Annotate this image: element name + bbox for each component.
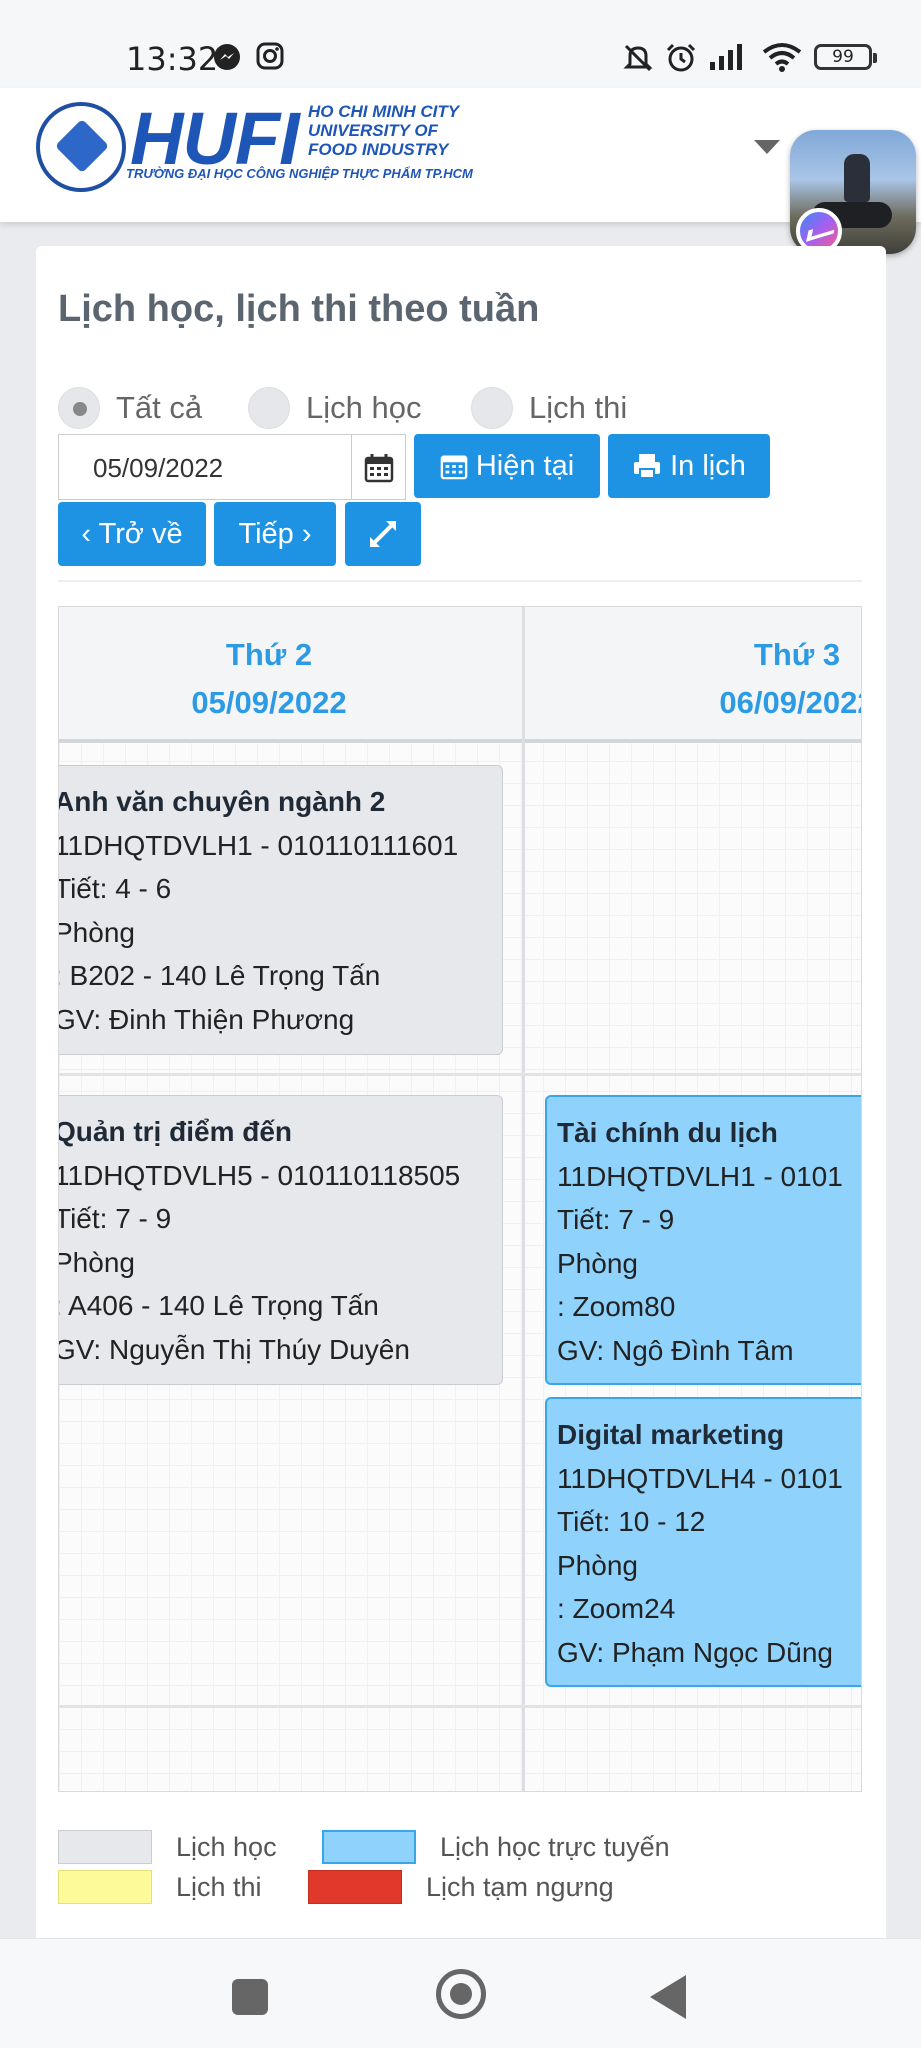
radio-study-button[interactable] — [248, 387, 290, 429]
event-title: Digital marketing — [557, 1419, 785, 1450]
logo-english-name: HO CHI MINH CITY UNIVERSITY OF FOOD INDU… — [308, 102, 459, 159]
event-title: Anh văn chuyên ngành 2 — [58, 786, 386, 817]
alarm-icon — [666, 43, 696, 72]
legend-label-study: Lịch học — [176, 1832, 277, 1862]
radio-study[interactable]: Lịch học — [248, 386, 421, 430]
mute-icon — [623, 44, 653, 72]
print-schedule-button[interactable]: In lịch — [608, 434, 770, 498]
instagram-icon — [256, 42, 284, 70]
event-teacher: GV: Đinh Thiện Phương — [58, 1003, 355, 1035]
logo-english-line-3: FOOD INDUSTRY — [308, 140, 449, 159]
messenger-icon — [214, 44, 240, 70]
status-time: 13:32 — [126, 40, 219, 78]
print-schedule-label: In lịch — [670, 449, 746, 482]
signal-icon — [710, 44, 742, 70]
date-picker-button[interactable] — [352, 434, 406, 500]
previous-week-button[interactable]: ‹ Trở về — [58, 502, 206, 566]
day-date: 05/09/2022 — [191, 685, 347, 720]
day-header-monday: Thứ 2 05/09/2022 — [129, 631, 409, 727]
day-column-divider — [522, 607, 525, 1791]
event-card[interactable]: Tài chính du lịch 11DHQTDVLH1 - 0101 Tiế… — [545, 1095, 861, 1385]
wifi-icon — [762, 43, 802, 72]
event-periods: Tiết: 7 - 9 — [58, 1203, 172, 1234]
event-teacher: GV: Nguyễn Thị Thúy Duyên — [58, 1333, 410, 1365]
day-header-tuesday: Thứ 3 06/09/2022 — [627, 631, 862, 727]
day-weekday: Thứ 3 — [753, 637, 841, 672]
current-week-button[interactable]: Hiện tại — [414, 434, 600, 498]
event-card[interactable]: Quản trị điểm đến 11DHQTDVLH5 - 01011011… — [58, 1095, 503, 1385]
logo-english-line-2: UNIVERSITY OF — [308, 121, 439, 140]
logo-english-line-1: HO CHI MINH CITY — [308, 102, 460, 121]
back-button[interactable] — [650, 1975, 686, 2019]
calendar-icon — [364, 454, 394, 483]
site-header: HUFI HO CHI MINH CITY UNIVERSITY OF FOOD… — [0, 88, 921, 222]
battery-icon: 99 — [814, 44, 877, 70]
event-class-code: 11DHQTDVLH1 - 010110111601 — [58, 829, 459, 861]
event-periods: Tiết: 4 - 6 — [58, 873, 172, 904]
recent-apps-button[interactable] — [232, 1979, 268, 2015]
next-week-button[interactable]: Tiếp › — [214, 502, 336, 566]
current-week-label: Hiện tại — [475, 449, 575, 482]
event-class-code: 11DHQTDVLH1 - 0101 — [557, 1160, 843, 1192]
logo-vietnamese-name: TRƯỜNG ĐẠI HỌC CÔNG NGHIỆP THỰC PHẨM TP.… — [126, 166, 473, 181]
row-divider — [59, 1705, 861, 1708]
legend-swatch-exam — [58, 1870, 152, 1904]
radio-study-label: Lịch học — [306, 390, 422, 425]
calendar-icon — [440, 455, 468, 480]
radio-all-button[interactable] — [58, 387, 100, 429]
divider — [58, 580, 862, 582]
event-teacher: GV: Ngô Đình Tâm — [557, 1334, 794, 1366]
event-room: : A406 - 140 Lê Trọng Tấn — [58, 1290, 379, 1321]
fullscreen-button[interactable] — [345, 502, 421, 566]
legend-swatch-study — [58, 1830, 152, 1864]
legend-label-online: Lịch học trực tuyến — [440, 1832, 670, 1862]
event-card[interactable]: Anh văn chuyên ngành 2 11DHQTDVLH1 - 010… — [58, 765, 503, 1055]
event-room-label: Phòng — [557, 1549, 638, 1581]
event-periods: Tiết: 10 - 12 — [557, 1506, 706, 1537]
date-input[interactable]: 05/09/2022 — [58, 434, 352, 500]
event-teacher: GV: Phạm Ngọc Dũng — [557, 1636, 833, 1668]
legend-swatch-online — [322, 1830, 416, 1864]
event-class-code: 11DHQTDVLH5 - 010110118505 — [58, 1159, 461, 1191]
university-seal-logo — [36, 102, 126, 192]
event-title: Quản trị điểm đến — [58, 1116, 293, 1147]
event-room: : Zoom24 — [557, 1593, 676, 1624]
event-room-label: Phòng — [58, 1246, 135, 1278]
week-calendar: Thứ 2 05/09/2022 Thứ 3 06/09/2022 Anh vă… — [58, 606, 862, 1792]
event-room: : Zoom80 — [557, 1291, 676, 1322]
event-room: : B202 - 140 Lê Trọng Tấn — [58, 960, 381, 991]
radio-all[interactable]: Tất cả — [58, 386, 202, 430]
printer-icon — [634, 454, 661, 479]
day-weekday: Thứ 2 — [225, 637, 313, 672]
radio-exam[interactable]: Lịch thi — [471, 386, 627, 430]
event-class-code: 11DHQTDVLH4 - 0101 — [557, 1462, 843, 1494]
expand-icon — [370, 521, 396, 547]
logo-hufi: HUFI — [130, 97, 300, 180]
previous-week-label: ‹ Trở về — [81, 517, 183, 550]
row-divider — [59, 1073, 861, 1076]
system-navigation-bar — [0, 1938, 921, 2048]
event-card[interactable]: Digital marketing 11DHQTDVLH4 - 0101 Tiế… — [545, 1397, 861, 1687]
event-title: Tài chính du lịch — [557, 1117, 778, 1148]
legend-swatch-suspended — [308, 1870, 402, 1904]
day-date: 06/09/2022 — [719, 685, 862, 720]
legend-label-suspended: Lịch tạm ngưng — [426, 1872, 614, 1902]
event-room-label: Phòng — [58, 916, 135, 948]
radio-all-label: Tất cả — [116, 390, 203, 425]
status-bar: 13:32 99 — [0, 0, 921, 88]
radio-exam-button[interactable] — [471, 387, 513, 429]
event-periods: Tiết: 7 - 9 — [557, 1204, 675, 1235]
next-week-label: Tiếp › — [238, 517, 312, 550]
page-title: Lịch học, lịch thi theo tuần — [58, 288, 540, 330]
radio-exam-label: Lịch thi — [529, 390, 628, 425]
home-button[interactable] — [436, 1969, 486, 2019]
user-menu-dropdown-icon[interactable] — [754, 140, 780, 154]
event-room-label: Phòng — [557, 1247, 638, 1279]
legend-label-exam: Lịch thi — [176, 1872, 262, 1902]
